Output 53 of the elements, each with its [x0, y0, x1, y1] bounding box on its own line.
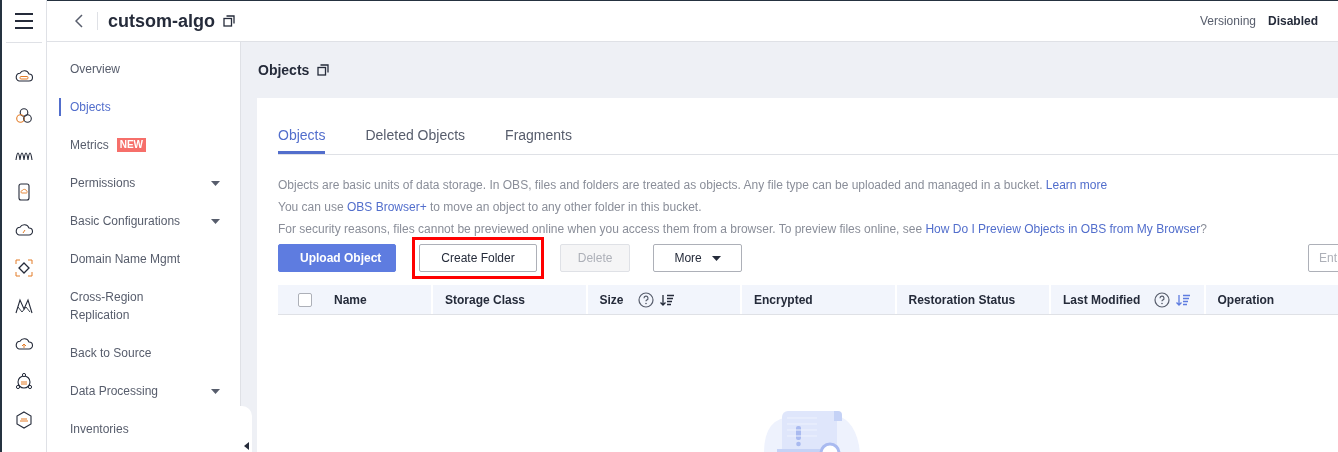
- help-link[interactable]: How Do I Preview Objects in OBS from My Browser: [925, 222, 1201, 236]
- back-icon[interactable]: [75, 14, 83, 28]
- page-title: Objects: [258, 62, 310, 78]
- create-folder-button[interactable]: Create Folder: [419, 244, 537, 272]
- nav-item[interactable]: Inventories: [47, 410, 240, 448]
- upload-button[interactable]: Upload Object: [278, 244, 397, 272]
- column-header: Storage Class: [445, 292, 526, 307]
- menu-icon[interactable]: [15, 13, 33, 29]
- copy-icon[interactable]: [223, 15, 235, 27]
- tab[interactable]: Objects: [278, 118, 326, 154]
- new-badge: NEW: [116, 138, 146, 152]
- nav-item[interactable]: Domain Name Mgmt: [47, 240, 240, 278]
- nav-item[interactable]: Overview: [47, 50, 240, 88]
- column-header: Name: [334, 292, 367, 307]
- column-header: Operation: [1217, 292, 1275, 307]
- nav-item[interactable]: Objects: [47, 88, 240, 126]
- nav-item[interactable]: Metrics NEW: [47, 126, 240, 164]
- sort-icon[interactable]: [659, 293, 674, 306]
- column-header: Restoration Status: [908, 292, 1016, 307]
- column-header: Last Modified: [1063, 292, 1141, 307]
- tab[interactable]: Deleted Objects: [365, 118, 466, 154]
- nav-item[interactable]: Basic Configurations: [47, 202, 240, 240]
- mountain-icon[interactable]: [14, 296, 34, 316]
- more-button[interactable]: More: [653, 244, 742, 272]
- nav-item[interactable]: Back to Source: [47, 334, 240, 372]
- nav-item[interactable]: Cross-Region Replication: [47, 278, 240, 334]
- nav-item[interactable]: Data Processing: [47, 372, 240, 410]
- help-icon[interactable]: [1154, 291, 1171, 308]
- caret-icon: [211, 218, 220, 224]
- caret-icon: [711, 255, 721, 261]
- collapse-handle[interactable]: [240, 406, 252, 452]
- copy-icon[interactable]: [317, 64, 330, 76]
- help-link[interactable]: Learn more: [1045, 178, 1108, 192]
- versioning-status: Disabled: [1268, 14, 1318, 28]
- help-icon[interactable]: [637, 291, 654, 308]
- hexagon-icon[interactable]: [14, 410, 34, 430]
- info-text: Objects are basic units of data storage. In OBS, files and folders are treated as objects. Any file type can be uploaded and managed in a bucket. Learn more: [278, 177, 1109, 194]
- network-icon[interactable]: [14, 372, 34, 392]
- nav-item[interactable]: Permissions: [47, 164, 240, 202]
- circles-icon[interactable]: [14, 106, 34, 126]
- tab[interactable]: Fragments: [505, 118, 572, 154]
- search-field[interactable]: Ent: [1308, 244, 1338, 272]
- help-link[interactable]: OBS Browser+: [346, 200, 427, 214]
- column-header: Encrypted: [754, 292, 813, 307]
- column-header: Size: [599, 292, 624, 307]
- checkbox[interactable]: [298, 292, 312, 307]
- diamond-icon[interactable]: [14, 258, 34, 278]
- info-text: You can use OBS Browser+ to move an object to any other folder in this bucket.: [278, 199, 703, 216]
- versioning-label: Versioning: [1199, 14, 1256, 28]
- bucket-title: cutsom-algo: [108, 10, 215, 32]
- caret-icon: [211, 388, 220, 394]
- caret-icon: [211, 180, 220, 186]
- info-text: For security reasons, files cannot be previewed online when you access them from a browser. To preview files online, see How Do I Preview Objects in OBS from My Browser?: [278, 221, 1208, 238]
